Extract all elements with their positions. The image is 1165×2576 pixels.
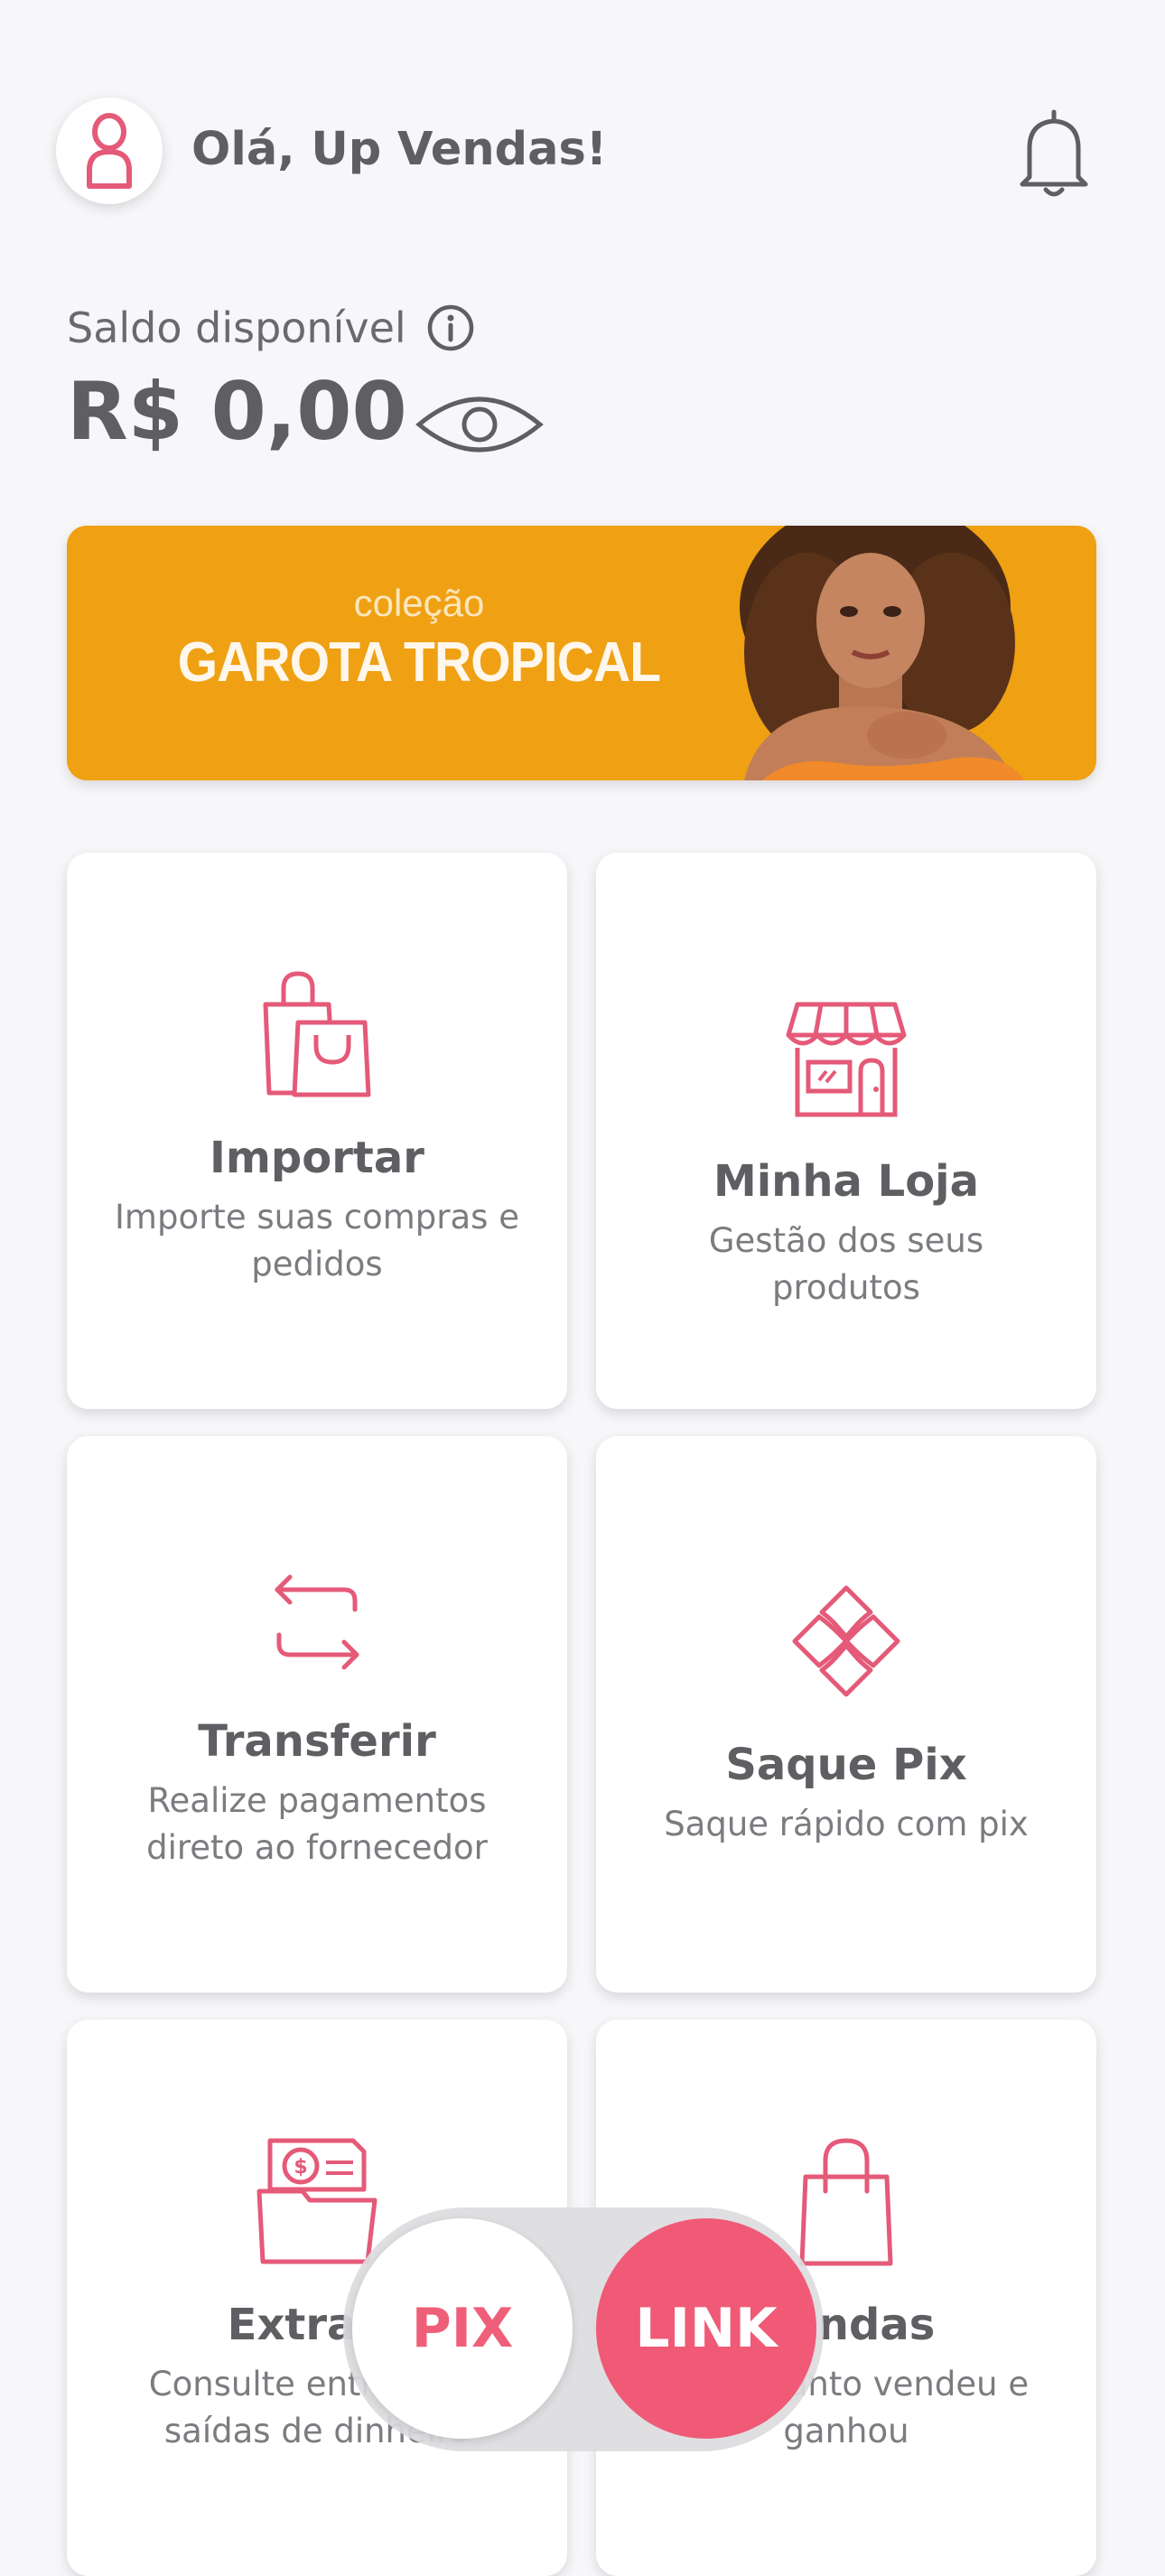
avatar[interactable] (56, 98, 163, 204)
balance-label: Saldo disponível (67, 303, 475, 352)
card-transferir-description: Realize pagamentos direto ao fornecedor (146, 1781, 488, 1867)
card-saque-pix-title: Saque Pix (725, 1740, 967, 1790)
card-minha-loja-description: Gestão dos seus produtos (708, 1221, 984, 1307)
store-icon (786, 1002, 907, 1117)
info-icon[interactable] (426, 303, 475, 352)
card-saque-pix[interactable]: Saque Pix Saque rápido com pix (596, 1436, 1096, 1993)
user-icon (87, 113, 132, 189)
card-importar[interactable]: Importar Importe suas compras e pedidos (67, 853, 567, 1409)
banner-model-photo (740, 526, 1024, 780)
banner-title: GAROTA TROPICAL (177, 631, 661, 694)
pix-icon (792, 1585, 900, 1697)
card-minha-loja-title: Minha Loja (713, 1156, 980, 1207)
card-minha-loja[interactable]: Minha Loja Gestão dos seus produtos (596, 853, 1096, 1409)
promo-banner[interactable]: coleção GAROTA TROPICAL (67, 526, 1096, 780)
bell-icon[interactable] (1013, 107, 1095, 201)
transfer-arrows-icon (275, 1574, 359, 1670)
link-button[interactable]: LINK (596, 2218, 816, 2439)
card-importar-title: Importar (210, 1133, 424, 1183)
greeting-title: Olá, Up Vendas! (191, 123, 608, 176)
eye-icon[interactable] (412, 388, 547, 461)
card-importar-description: Importe suas compras e pedidos (115, 1198, 519, 1283)
statement-icon: $ (256, 2138, 377, 2264)
balance-value: R$ 0,00 (67, 365, 407, 458)
shopping-bags-icon (263, 971, 371, 1097)
banner-subtitle: coleção (353, 582, 485, 624)
balance-label-text: Saldo disponível (67, 303, 406, 352)
shopping-bag-icon (799, 2138, 893, 2266)
svg-text:$: $ (294, 2156, 307, 2179)
pix-button[interactable]: PIX (352, 2218, 573, 2439)
card-transferir[interactable]: Transferir Realize pagamentos direto ao … (67, 1436, 567, 1993)
card-saque-pix-description: Saque rápido com pix (664, 1805, 1029, 1843)
card-transferir-title: Transferir (198, 1716, 436, 1767)
